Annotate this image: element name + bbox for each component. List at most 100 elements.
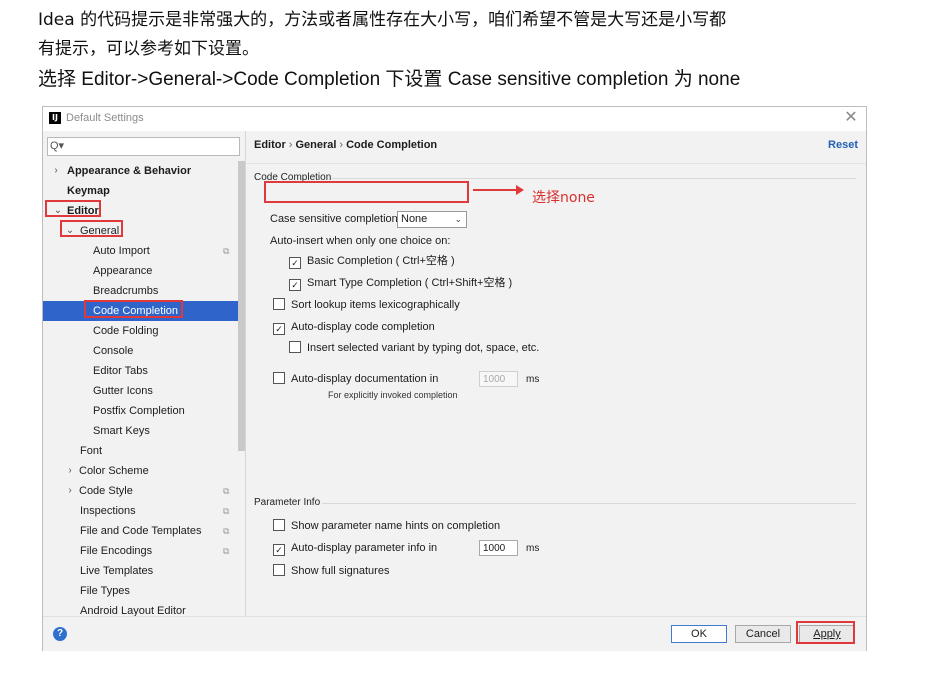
sidebar-item-appearance[interactable]: Appearance bbox=[43, 261, 238, 281]
sidebar-item-appearance-behavior[interactable]: › Appearance & Behavior bbox=[43, 161, 238, 181]
autodisplay-completion-label: Auto-display code completion bbox=[291, 321, 435, 333]
breadcrumb-general: General bbox=[295, 139, 337, 151]
sidebar-item-file-encodings[interactable]: File Encodings ⧉ bbox=[43, 541, 238, 561]
reset-link[interactable]: Reset bbox=[828, 139, 858, 151]
param-hints-option[interactable]: Show parameter name hints on completion bbox=[273, 519, 500, 533]
autodisplay-doc-delay-input[interactable]: 1000 bbox=[479, 371, 518, 387]
intellij-app-icon: IJ bbox=[49, 112, 61, 124]
sidebar-item-label: File Types bbox=[80, 585, 130, 597]
sort-lookup-option[interactable]: Sort lookup items lexicographically bbox=[273, 298, 460, 312]
sidebar-item-label: Auto Import bbox=[93, 245, 150, 257]
sort-lookup-label: Sort lookup items lexicographically bbox=[291, 299, 460, 311]
dialog-titlebar: IJ Default Settings ✕ bbox=[43, 107, 866, 131]
autodisplay-param-delay-input[interactable]: 1000 bbox=[479, 540, 518, 556]
sidebar-item-label: Live Templates bbox=[80, 565, 154, 577]
basic-completion-checkbox[interactable]: ✓ bbox=[289, 257, 301, 269]
sidebar-item-label: Keymap bbox=[67, 185, 110, 197]
settings-search-input[interactable]: Q▾ bbox=[47, 137, 240, 156]
smart-completion-checkbox[interactable]: ✓ bbox=[289, 279, 301, 291]
full-signatures-checkbox[interactable] bbox=[273, 564, 285, 576]
smart-completion-label: Smart Type Completion ( Ctrl+Shift+空格 ) bbox=[307, 277, 513, 289]
case-sensitive-dropdown[interactable]: None ⌄ bbox=[397, 211, 467, 228]
editor-highlight-box bbox=[45, 200, 101, 217]
sidebar-item-smart-keys[interactable]: Smart Keys bbox=[43, 421, 238, 441]
autodisplay-param-option[interactable]: ✓ Auto-display parameter info in bbox=[273, 541, 437, 556]
autodisplay-param-checkbox[interactable]: ✓ bbox=[273, 544, 285, 556]
param-hints-checkbox[interactable] bbox=[273, 519, 285, 531]
full-signatures-option[interactable]: Show full signatures bbox=[273, 564, 389, 578]
sort-lookup-checkbox[interactable] bbox=[273, 298, 285, 310]
sidebar-scrollbar[interactable] bbox=[238, 161, 245, 451]
sidebar-item-file-and-code-templates[interactable]: File and Code Templates ⧉ bbox=[43, 521, 238, 541]
autodisplay-completion-option[interactable]: ✓ Auto-display code completion bbox=[273, 320, 435, 335]
annotation-text: 选择none bbox=[532, 190, 595, 206]
sidebar-item-live-templates[interactable]: Live Templates bbox=[43, 561, 238, 581]
sidebar-item-label: Color Scheme bbox=[79, 465, 149, 477]
sidebar-item-editor-tabs[interactable]: Editor Tabs bbox=[43, 361, 238, 381]
sidebar-item-label: Inspections bbox=[80, 505, 136, 517]
section-parameter-info: Parameter Info bbox=[254, 497, 321, 508]
sidebar-item-label: Code Style bbox=[79, 485, 133, 497]
intro-line-2: 有提示，可以参考如下设置。 bbox=[38, 39, 259, 59]
search-icon: Q▾ bbox=[50, 140, 65, 152]
sidebar-item-label: Code Folding bbox=[93, 325, 159, 337]
sidebar-item-label: Breadcrumbs bbox=[93, 285, 159, 297]
basic-completion-label: Basic Completion ( Ctrl+空格 ) bbox=[307, 255, 455, 267]
sidebar-item-auto-import[interactable]: Auto Import ⧉ bbox=[43, 241, 238, 261]
apply-highlight-box bbox=[796, 621, 855, 644]
intro-text: Idea 的代码提示是非常强大的，方法或者属性存在大小写，咱们希望不管是大写还是… bbox=[38, 6, 918, 94]
sidebar-item-label: Editor Tabs bbox=[93, 365, 148, 377]
sidebar-item-console[interactable]: Console bbox=[43, 341, 238, 361]
case-sensitive-label: Case sensitive completion: bbox=[270, 213, 401, 225]
dialog-title: Default Settings bbox=[66, 112, 144, 124]
breadcrumb-editor: Editor bbox=[254, 139, 286, 151]
annotation-arrow-head bbox=[516, 185, 524, 195]
sidebar-item-label: Smart Keys bbox=[93, 425, 150, 437]
auto-insert-label: Auto-insert when only one choice on: bbox=[270, 235, 451, 247]
smart-completion-option[interactable]: ✓ Smart Type Completion ( Ctrl+Shift+空格 ) bbox=[289, 276, 512, 291]
autodisplay-doc-checkbox[interactable] bbox=[273, 372, 285, 384]
sidebar-item-label: Gutter Icons bbox=[93, 385, 153, 397]
sidebar-item-postfix-completion[interactable]: Postfix Completion bbox=[43, 401, 238, 421]
copy-icon: ⧉ bbox=[223, 246, 230, 256]
dialog-button-bar: ? OK Cancel Apply bbox=[43, 616, 866, 651]
sidebar-item-keymap[interactable]: Keymap bbox=[43, 181, 238, 201]
autodisplay-doc-unit: ms bbox=[526, 374, 540, 385]
copy-icon: ⧉ bbox=[223, 546, 230, 556]
sidebar-item-font[interactable]: Font bbox=[43, 441, 238, 461]
sidebar-item-breadcrumbs[interactable]: Breadcrumbs bbox=[43, 281, 238, 301]
intro-line-1: Idea 的代码提示是非常强大的，方法或者属性存在大小写，咱们希望不管是大写还是… bbox=[38, 10, 727, 30]
basic-completion-option[interactable]: ✓ Basic Completion ( Ctrl+空格 ) bbox=[289, 254, 455, 269]
sidebar-item-gutter-icons[interactable]: Gutter Icons bbox=[43, 381, 238, 401]
sidebar-item-color-scheme[interactable]: › Color Scheme bbox=[43, 461, 238, 481]
insert-variant-checkbox[interactable] bbox=[289, 341, 301, 353]
param-hints-label: Show parameter name hints on completion bbox=[291, 520, 501, 532]
sidebar-item-label: File and Code Templates bbox=[80, 525, 202, 537]
chevron-right-icon[interactable]: › bbox=[65, 461, 75, 481]
sidebar-item-code-folding[interactable]: Code Folding bbox=[43, 321, 238, 341]
chevron-down-icon: ⌄ bbox=[454, 214, 462, 224]
sidebar-item-file-types[interactable]: File Types bbox=[43, 581, 238, 601]
general-highlight-box bbox=[60, 220, 123, 237]
autodisplay-param-unit: ms bbox=[526, 543, 540, 554]
insert-variant-label: Insert selected variant by typing dot, s… bbox=[307, 342, 540, 354]
close-icon[interactable]: ✕ bbox=[843, 109, 859, 127]
insert-variant-option[interactable]: Insert selected variant by typing dot, s… bbox=[289, 341, 539, 355]
case-sensitive-highlight-box bbox=[264, 181, 469, 203]
breadcrumb-separator: › bbox=[339, 139, 344, 151]
chevron-right-icon[interactable]: › bbox=[65, 481, 75, 501]
cancel-button[interactable]: Cancel bbox=[735, 625, 791, 643]
breadcrumb-code-completion: Code Completion bbox=[346, 139, 438, 151]
header-divider bbox=[246, 163, 866, 164]
sidebar-item-label: Appearance & Behavior bbox=[67, 165, 192, 177]
case-sensitive-value: None bbox=[401, 213, 428, 225]
help-icon[interactable]: ? bbox=[53, 627, 67, 641]
autodisplay-doc-option[interactable]: Auto-display documentation in bbox=[273, 372, 438, 386]
sidebar-item-code-style[interactable]: › Code Style ⧉ bbox=[43, 481, 238, 501]
autodisplay-doc-note: For explicitly invoked completion bbox=[328, 390, 458, 400]
section-divider bbox=[322, 503, 856, 504]
chevron-right-icon[interactable]: › bbox=[51, 161, 61, 181]
sidebar-item-inspections[interactable]: Inspections ⧉ bbox=[43, 501, 238, 521]
autodisplay-completion-checkbox[interactable]: ✓ bbox=[273, 323, 285, 335]
ok-button[interactable]: OK bbox=[671, 625, 727, 643]
